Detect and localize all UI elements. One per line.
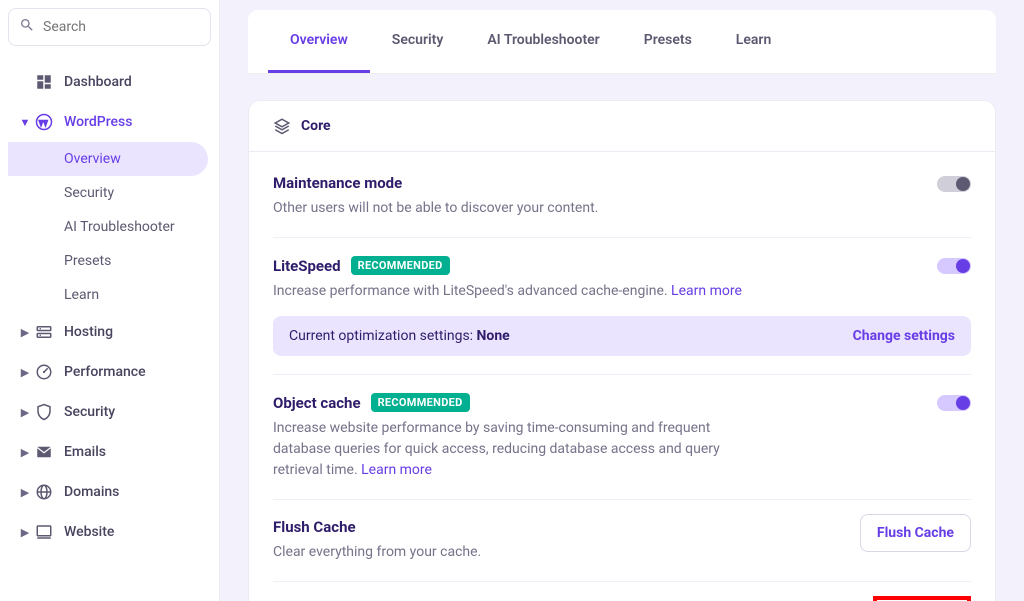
email-icon <box>34 442 54 462</box>
chevron-right-icon: ▶ <box>18 486 32 499</box>
tab-ai-troubleshooter[interactable]: AI Troubleshooter <box>465 10 621 73</box>
chevron-right-icon: ▶ <box>18 526 32 539</box>
tab-overview[interactable]: Overview <box>268 10 370 73</box>
litespeed-panel-value: None <box>477 328 510 344</box>
maintenance-toggle[interactable] <box>937 176 971 192</box>
performance-icon <box>34 362 54 382</box>
maintenance-desc: Other users will not be able to discover… <box>273 198 813 219</box>
sidebar-sub-overview[interactable]: Overview <box>8 142 208 176</box>
main-content: Overview Security AI Troubleshooter Pres… <box>220 0 1024 601</box>
change-settings-link[interactable]: Change settings <box>853 328 955 344</box>
sidebar-item-wordpress[interactable]: ▼ WordPress <box>8 102 211 142</box>
sidebar-item-performance[interactable]: ▶ Performance <box>8 352 211 392</box>
tabs: Overview Security AI Troubleshooter Pres… <box>248 10 996 74</box>
sidebar-item-hosting[interactable]: ▶ Hosting <box>8 312 211 352</box>
objectcache-desc: Increase website performance by saving t… <box>273 420 720 478</box>
core-card-header: Core <box>249 101 995 152</box>
sidebar-label: Emails <box>64 444 106 460</box>
sidebar-label: WordPress <box>64 114 132 130</box>
litespeed-panel-prefix: Current optimization settings: <box>289 328 477 344</box>
website-icon <box>34 522 54 542</box>
chevron-down-icon: ▼ <box>18 116 32 129</box>
sidebar-item-security[interactable]: ▶ Security <box>8 392 211 432</box>
sidebar-sub-learn[interactable]: Learn <box>8 278 211 312</box>
sidebar-sub-presets[interactable]: Presets <box>8 244 211 278</box>
sidebar-item-emails[interactable]: ▶ Emails <box>8 432 211 472</box>
sidebar: Dashboard ▼ WordPress Overview Security … <box>0 0 220 601</box>
sidebar-item-domains[interactable]: ▶ Domains <box>8 472 211 512</box>
sidebar-label: Security <box>64 404 115 420</box>
flush-desc: Clear everything from your cache. <box>273 542 813 563</box>
litespeed-settings-panel: Current optimization settings: None Chan… <box>273 316 971 356</box>
litespeed-toggle[interactable] <box>937 258 971 274</box>
row-flush-cache: Flush Cache Clear everything from your c… <box>273 500 971 582</box>
recommended-badge: RECOMMENDED <box>371 393 470 412</box>
row-maintenance: Maintenance mode Other users will not be… <box>273 156 971 238</box>
tab-presets[interactable]: Presets <box>622 10 714 73</box>
litespeed-learn-more-link[interactable]: Learn more <box>671 283 742 299</box>
row-wp-updates: WordPress Updates Only security updates … <box>273 582 971 601</box>
tab-learn[interactable]: Learn <box>714 10 793 73</box>
objectcache-learn-more-link[interactable]: Learn more <box>361 462 432 478</box>
chevron-right-icon: ▶ <box>18 366 32 379</box>
hosting-icon <box>34 322 54 342</box>
maintenance-title: Maintenance mode <box>273 174 402 192</box>
objectcache-toggle[interactable] <box>937 395 971 411</box>
core-title: Core <box>301 118 331 134</box>
objectcache-title: Object cache <box>273 394 361 412</box>
sidebar-item-dashboard[interactable]: Dashboard <box>8 62 211 102</box>
globe-icon <box>34 482 54 502</box>
highlight-annotation: Change <box>873 596 971 601</box>
row-object-cache: Object cache RECOMMENDED Increase websit… <box>273 375 971 500</box>
sidebar-label: Website <box>64 524 114 540</box>
chevron-right-icon: ▶ <box>18 406 32 419</box>
search-icon <box>19 17 43 37</box>
flush-cache-button[interactable]: Flush Cache <box>860 514 971 552</box>
sidebar-sub-ai-troubleshooter[interactable]: AI Troubleshooter <box>8 210 211 244</box>
recommended-badge: RECOMMENDED <box>351 256 450 275</box>
wordpress-icon <box>34 112 54 132</box>
dashboard-icon <box>34 72 54 92</box>
layers-icon <box>273 117 291 135</box>
litespeed-desc: Increase performance with LiteSpeed's ad… <box>273 283 671 299</box>
litespeed-title: LiteSpeed <box>273 257 341 275</box>
core-card: Core Maintenance mode Other users will n… <box>248 100 996 601</box>
chevron-right-icon: ▶ <box>18 326 32 339</box>
search-input[interactable] <box>43 19 200 35</box>
sidebar-label: Performance <box>64 364 146 380</box>
chevron-right-icon: ▶ <box>18 446 32 459</box>
flush-title: Flush Cache <box>273 518 356 536</box>
sidebar-sub-wordpress: Overview Security AI Troubleshooter Pres… <box>8 142 211 312</box>
tab-security[interactable]: Security <box>370 10 466 73</box>
sidebar-item-website[interactable]: ▶ Website <box>8 512 211 552</box>
sidebar-sub-security[interactable]: Security <box>8 176 211 210</box>
sidebar-label: Hosting <box>64 324 113 340</box>
sidebar-label: Domains <box>64 484 119 500</box>
shield-icon <box>34 402 54 422</box>
sidebar-label: Dashboard <box>64 74 132 90</box>
row-litespeed: LiteSpeed RECOMMENDED Increase performan… <box>273 238 971 375</box>
search-input-wrapper[interactable] <box>8 8 211 46</box>
